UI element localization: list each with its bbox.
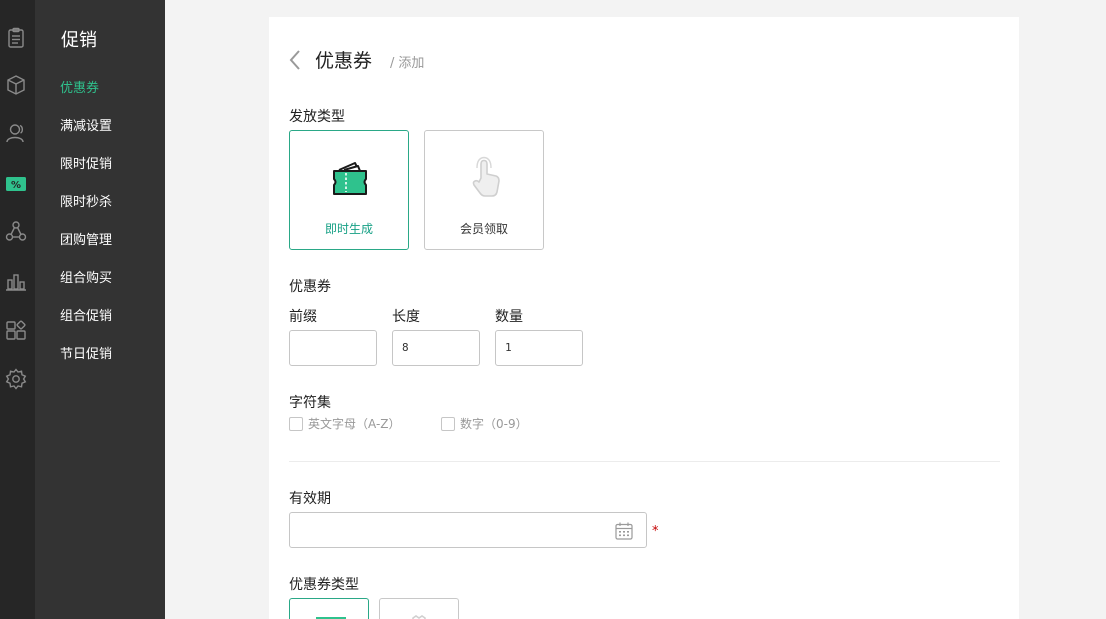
subnav-item-limited-time[interactable]: 限时促销 — [60, 153, 112, 172]
coupon-type-label: 优惠券类型 — [289, 577, 359, 593]
issue-type-member-claim-label: 会员领取 — [459, 222, 508, 236]
issue-type-instant-option[interactable]: 即时生成 — [289, 130, 409, 250]
hand-pointer-icon — [472, 156, 500, 197]
settings-icon[interactable] — [5, 368, 27, 390]
svg-text:%: % — [11, 180, 21, 191]
icon-rail: % — [0, 0, 35, 619]
coupon-type-option-1[interactable] — [289, 598, 369, 619]
subnav-item-holiday-promotion[interactable]: 节日促销 — [60, 343, 112, 362]
breadcrumb: / 添加 — [390, 52, 424, 71]
validity-label: 有效期 — [289, 491, 331, 507]
subnav-item-bundle-promotion[interactable]: 组合促销 — [60, 305, 112, 324]
prefix-input[interactable] — [289, 330, 377, 366]
apps-icon[interactable] — [5, 320, 27, 342]
issue-type-label: 发放类型 — [289, 109, 345, 125]
charset-letters-label: 英文字母（A-Z） — [308, 417, 401, 431]
coupon-form-card: 优惠券 / 添加 发放类型 即时生成 会员领取 优惠券 前缀 长度 8 数量 1 … — [269, 17, 1019, 619]
length-input[interactable]: 8 — [392, 330, 480, 366]
length-label: 长度 — [392, 309, 420, 325]
issue-type-instant-label: 即时生成 — [324, 222, 373, 236]
quantity-label: 数量 — [495, 309, 523, 325]
orders-icon[interactable] — [5, 27, 27, 49]
charset-label: 字符集 — [289, 395, 331, 411]
charset-letters-checkbox[interactable] — [289, 417, 303, 431]
coupon-ticket-icon — [333, 162, 367, 195]
breadcrumb-separator: / — [390, 56, 395, 71]
coupon-type-option-2[interactable] — [379, 598, 459, 619]
subnav-item-coupon[interactable]: 优惠券 — [60, 77, 99, 96]
product-box-icon[interactable] — [5, 74, 27, 96]
distribution-icon[interactable] — [5, 220, 27, 242]
subnav-item-full-reduction[interactable]: 满减设置 — [60, 115, 112, 134]
required-mark: * — [652, 524, 659, 539]
issue-type-member-claim-option[interactable]: 会员领取 — [424, 130, 544, 250]
subnav-item-group-buy[interactable]: 团购管理 — [60, 229, 112, 248]
subnav-title: 促销 — [61, 30, 97, 51]
statistics-icon[interactable] — [5, 270, 27, 292]
breadcrumb-current: 添加 — [398, 56, 425, 71]
promotion-icon[interactable]: % — [5, 173, 27, 195]
member-icon[interactable] — [5, 122, 27, 144]
coupon-section-label: 优惠券 — [289, 279, 331, 295]
promotion-subnav: 促销 优惠券 满减设置 限时促销 限时秒杀 团购管理 组合购买 组合促销 节日促… — [35, 0, 165, 619]
page-title: 优惠券 — [315, 50, 373, 72]
calendar-icon[interactable] — [614, 521, 634, 541]
prefix-label: 前缀 — [289, 309, 317, 325]
back-chevron-icon[interactable] — [288, 49, 302, 71]
charset-digits-label: 数字（0-9） — [460, 417, 528, 431]
coupon-type-2-icon — [412, 615, 426, 619]
quantity-input[interactable]: 1 — [495, 330, 583, 366]
validity-date-input[interactable] — [289, 512, 647, 548]
charset-digits-checkbox[interactable] — [441, 417, 455, 431]
subnav-item-bundle-purchase[interactable]: 组合购买 — [60, 267, 112, 286]
section-divider — [289, 461, 1000, 462]
subnav-item-flash-sale[interactable]: 限时秒杀 — [60, 191, 112, 210]
